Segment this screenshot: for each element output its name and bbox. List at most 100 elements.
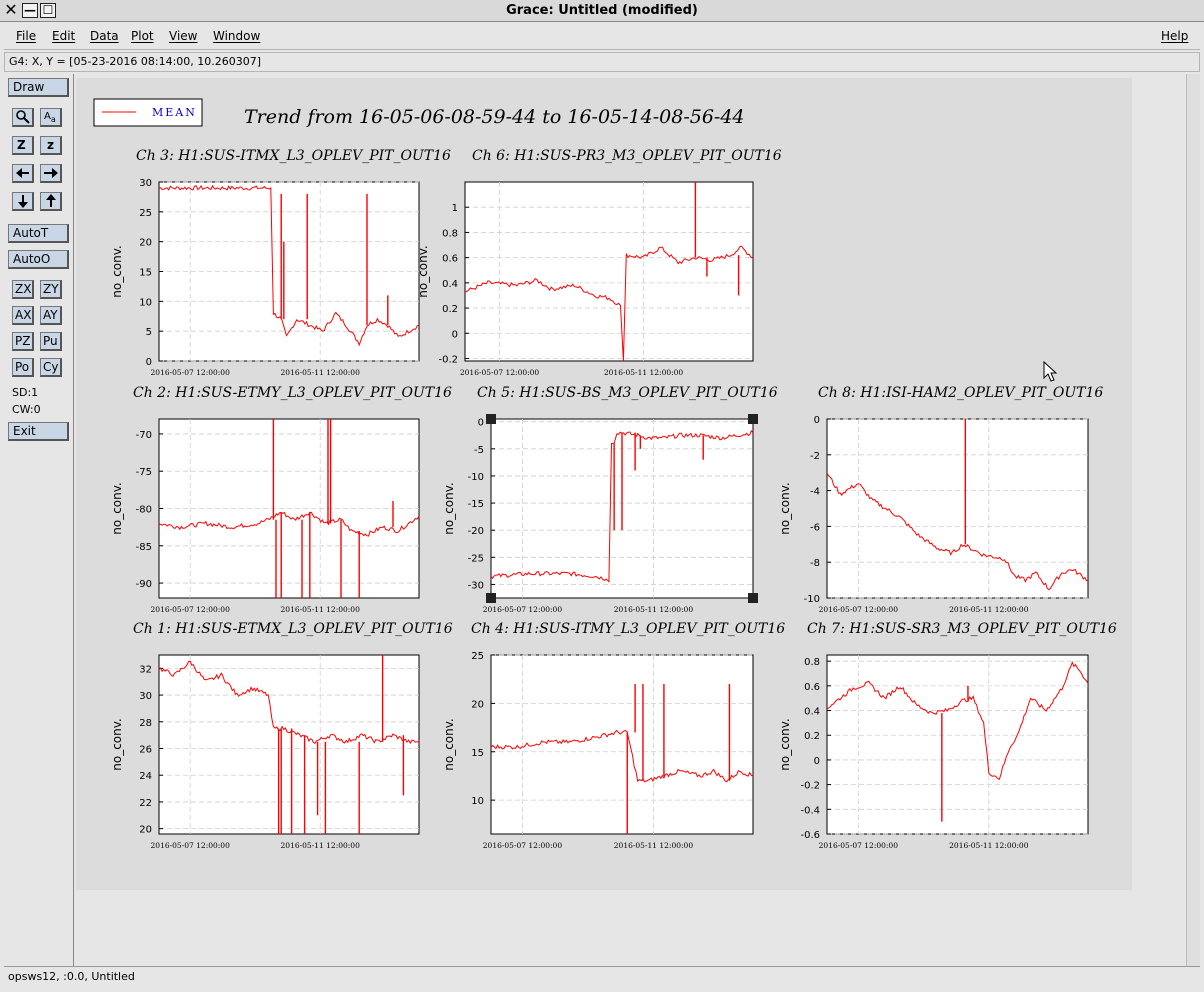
y-tick-label: 0.2 (804, 731, 820, 742)
x-tick-label: 2016-05-07 12:00:00 (151, 841, 231, 850)
x-tick-label: 2016-05-07 12:00:00 (483, 841, 563, 850)
y-axis-label: no_conv. (110, 245, 124, 297)
chart-title: Ch 7: H1:SUS-SR3_M3_OPLEV_PIT_OUT16 (807, 621, 1117, 637)
chart-frame[interactable] (158, 654, 420, 835)
pu-button[interactable]: Pu (40, 332, 62, 351)
draw-button[interactable]: Draw (8, 78, 69, 97)
y-axis-label: no_conv. (110, 718, 124, 770)
y-tick-label: -85 (136, 542, 152, 553)
y-tick-label: -70 (136, 430, 152, 441)
menu-edit[interactable]: Edit (52, 29, 75, 43)
y-tick-label: 30 (139, 178, 152, 189)
y-tick-label: 0.8 (442, 228, 458, 239)
chart-frame[interactable] (826, 418, 1089, 599)
selection-handle[interactable] (748, 593, 758, 603)
y-tick-label: -2 (810, 451, 820, 462)
y-tick-label: -15 (468, 499, 484, 510)
chart-title: Ch 8: H1:ISI-HAM2_OPLEV_PIT_OUT16 (818, 385, 1103, 401)
y-tick-label: 0.4 (442, 279, 458, 290)
y-tick-label: 15 (471, 748, 484, 759)
window-titlebar: ✕ — ☐ Grace: Untitled (modified) (0, 0, 1204, 22)
y-tick-label: 10 (139, 297, 152, 308)
plot-canvas[interactable]: MEAN Trend from 16-05-06-08-59-44 to 16-… (76, 74, 1200, 966)
x-tick-label: 2016-05-07 12:00:00 (151, 368, 231, 377)
menu-file[interactable]: File (16, 29, 36, 43)
autoo-button[interactable]: AutoO (8, 250, 69, 269)
y-axis-label: no_conv. (442, 482, 456, 534)
vertical-scrollbar[interactable] (1186, 74, 1200, 966)
y-axis-label: no_conv. (416, 245, 430, 297)
cw-label: CW:0 (12, 403, 41, 416)
menu-window[interactable]: Window (213, 29, 260, 43)
y-tick-label: -4 (810, 487, 820, 498)
y-tick-label: -25 (468, 553, 484, 564)
cy-button[interactable]: Cy (40, 358, 62, 377)
menu-plot[interactable]: Plot (131, 29, 154, 43)
y-tick-label: -10 (468, 472, 484, 483)
ax-button[interactable]: AX (12, 306, 34, 325)
y-tick-label: 28 (139, 718, 152, 729)
menu-view[interactable]: View (169, 29, 197, 43)
chart-frame[interactable] (490, 654, 754, 835)
main-title: Trend from 16-05-06-08-59-44 to 16-05-14… (244, 106, 745, 128)
y-tick-label: -6 (810, 522, 820, 533)
y-tick-label: 0.2 (442, 304, 458, 315)
y-tick-label: 25 (139, 208, 152, 219)
arrow-down-icon[interactable] (12, 192, 34, 211)
selection-handle[interactable] (486, 414, 496, 424)
chart-title: Ch 1: H1:SUS-ETMX_L3_OPLEV_PIT_OUT16 (133, 621, 453, 637)
x-tick-label: 2016-05-11 12:00:00 (604, 368, 684, 377)
chart-title: Ch 4: H1:SUS-ITMY_L3_OPLEV_PIT_OUT16 (471, 621, 785, 637)
pz-button[interactable]: PZ (12, 332, 34, 351)
po-button[interactable]: Po (12, 358, 34, 377)
autot-button[interactable]: AutoT (8, 224, 69, 243)
x-tick-label: 2016-05-07 12:00:00 (819, 841, 899, 850)
menu-bar: File Edit Data Plot View Window Help (4, 24, 1200, 50)
y-tick-label: 26 (139, 745, 152, 756)
legend-label: MEAN (152, 106, 197, 119)
y-tick-label: 20 (139, 238, 152, 249)
y-tick-label: 0 (814, 415, 820, 426)
x-tick-label: 2016-05-11 12:00:00 (949, 605, 1029, 614)
chart-frame[interactable] (464, 181, 754, 362)
y-tick-label: -0.6 (800, 830, 820, 841)
magnifier-icon[interactable] (12, 108, 34, 127)
y-tick-label: -80 (136, 505, 152, 516)
zy-button[interactable]: ZY (40, 280, 62, 299)
y-tick-label: 15 (139, 268, 152, 279)
menu-data[interactable]: Data (90, 29, 119, 43)
y-tick-label: 0 (478, 418, 484, 429)
selection-handle[interactable] (486, 593, 496, 603)
graph-page[interactable]: MEAN Trend from 16-05-06-08-59-44 to 16-… (76, 74, 1200, 966)
arrow-up-icon[interactable] (40, 192, 62, 211)
y-tick-label: -8 (810, 558, 820, 569)
y-tick-label: 0 (146, 357, 152, 368)
zoom-out-icon[interactable]: z (40, 136, 62, 155)
exit-button[interactable]: Exit (8, 422, 69, 441)
menu-help[interactable]: Help (1161, 29, 1188, 43)
y-tick-label: 0 (814, 756, 820, 767)
chart-title: Ch 6: H1:SUS-PR3_M3_OPLEV_PIT_OUT16 (472, 148, 782, 164)
x-tick-label: 2016-05-11 12:00:00 (614, 841, 694, 850)
text-icon[interactable]: Aa (40, 108, 62, 127)
arrow-left-icon[interactable] (12, 164, 34, 183)
x-tick-label: 2016-05-11 12:00:00 (281, 368, 361, 377)
selection-handle[interactable] (748, 414, 758, 424)
y-tick-label: 0.6 (804, 682, 820, 693)
y-axis-label: no_conv. (778, 718, 792, 770)
y-axis-label: no_conv. (778, 482, 792, 534)
y-tick-label: 0 (452, 329, 458, 340)
y-tick-label: -10 (804, 594, 820, 605)
y-tick-label: 24 (139, 771, 152, 782)
y-tick-label: 1 (452, 203, 458, 214)
y-tick-label: 25 (471, 651, 484, 662)
y-tick-label: -75 (136, 467, 152, 478)
zoom-in-icon[interactable]: Z (12, 136, 34, 155)
zx-button[interactable]: ZX (12, 280, 34, 299)
ay-button[interactable]: AY (40, 306, 62, 325)
x-tick-label: 2016-05-11 12:00:00 (614, 605, 694, 614)
y-tick-label: -0.2 (800, 781, 820, 792)
y-tick-label: -90 (136, 579, 152, 590)
arrow-right-icon[interactable] (40, 164, 62, 183)
y-tick-label: 30 (139, 691, 152, 702)
